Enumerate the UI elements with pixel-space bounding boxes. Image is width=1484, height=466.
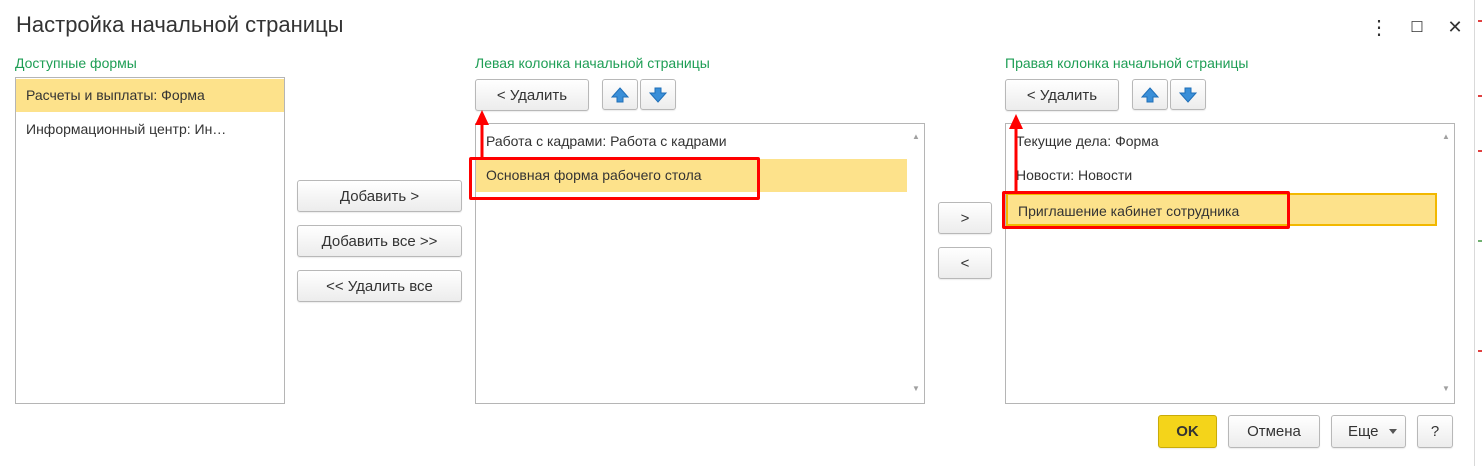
move-right-button[interactable]: > — [938, 202, 992, 234]
left-move-down-button[interactable] — [640, 79, 676, 110]
edge-mark — [1478, 20, 1482, 22]
add-button[interactable]: Добавить > — [297, 180, 462, 212]
help-button[interactable]: ? — [1417, 415, 1453, 448]
scroll-down-icon[interactable]: ▼ — [1442, 384, 1450, 393]
right-move-down-button[interactable] — [1170, 79, 1206, 110]
maximize-icon[interactable]: ☐ — [1402, 12, 1432, 42]
available-forms-list[interactable]: Расчеты и выплаты: Форма Информационный … — [15, 77, 285, 404]
annotation-highlight-right — [1002, 191, 1290, 229]
list-item[interactable]: Расчеты и выплаты: Форма — [16, 79, 284, 112]
scroll-up-icon[interactable]: ▲ — [912, 132, 920, 141]
ok-button[interactable]: OK — [1158, 415, 1217, 448]
cancel-button[interactable]: Отмена — [1228, 415, 1320, 448]
scroll-down-icon[interactable]: ▼ — [912, 384, 920, 393]
add-all-button[interactable]: Добавить все >> — [297, 225, 462, 257]
more-button[interactable]: Еще — [1331, 415, 1406, 448]
close-icon[interactable]: ✕ — [1440, 12, 1470, 42]
annotation-highlight-left — [469, 157, 760, 200]
window-title: Настройка начальной страницы — [16, 12, 344, 37]
list-item[interactable]: Текущие дела: Форма — [1006, 125, 1437, 158]
list-item[interactable]: Информационный центр: Ин… — [16, 113, 284, 146]
right-move-up-button[interactable] — [1132, 79, 1168, 110]
edge-mark — [1478, 350, 1482, 352]
arrow-down-icon — [1178, 87, 1198, 103]
scroll-up-icon[interactable]: ▲ — [1442, 132, 1450, 141]
move-left-button[interactable]: < — [938, 247, 992, 279]
arrow-down-icon — [648, 87, 668, 103]
edge-mark — [1478, 240, 1482, 242]
remove-all-button[interactable]: << Удалить все — [297, 270, 462, 302]
edge-mark — [1478, 150, 1482, 152]
left-column-label: Левая колонка начальной страницы — [475, 55, 710, 71]
list-item[interactable]: Работа с кадрами: Работа с кадрами — [476, 125, 907, 158]
more-button-label: Еще — [1348, 423, 1379, 440]
arrow-up-icon — [610, 86, 630, 102]
arrow-up-icon — [1140, 86, 1160, 102]
caret-down-icon — [1388, 428, 1397, 434]
available-forms-label: Доступные формы — [15, 55, 137, 71]
left-move-up-button[interactable] — [602, 79, 638, 110]
right-column-label: Правая колонка начальной страницы — [1005, 55, 1249, 71]
edge-mark — [1478, 95, 1482, 97]
settings-window: Настройка начальной страницы ⋮ ☐ ✕ Досту… — [0, 0, 1475, 466]
list-item[interactable]: Новости: Новости — [1006, 159, 1437, 192]
right-column-list[interactable]: Текущие дела: Форма Новости: Новости При… — [1005, 123, 1455, 404]
right-remove-button[interactable]: < Удалить — [1005, 79, 1119, 111]
left-remove-button[interactable]: < Удалить — [475, 79, 589, 111]
more-menu-icon[interactable]: ⋮ — [1364, 12, 1394, 42]
